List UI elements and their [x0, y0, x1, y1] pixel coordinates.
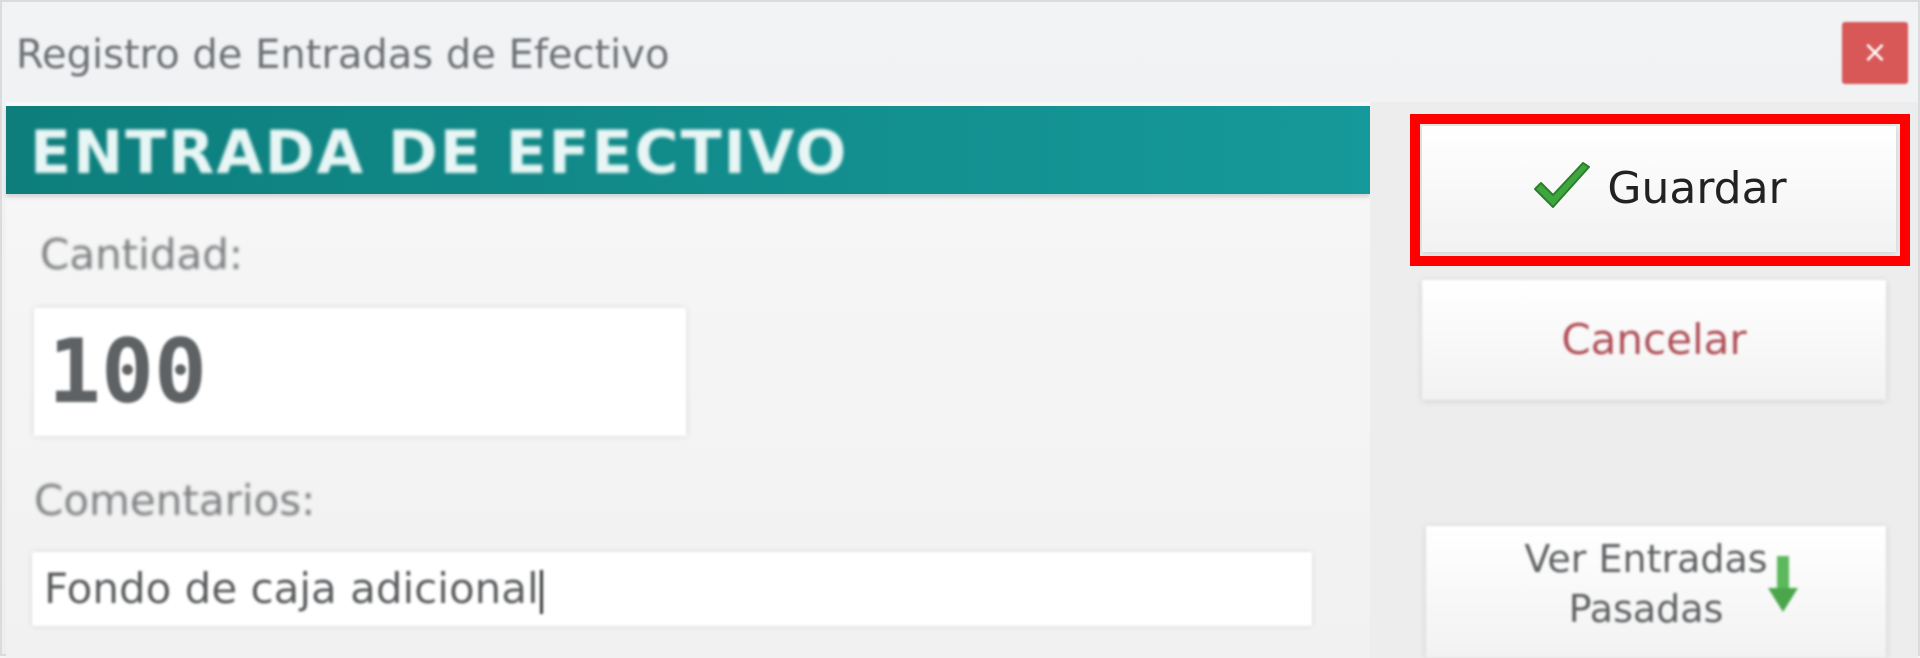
down-arrow-icon	[1768, 556, 1798, 612]
title-bar: Registro de Entradas de Efectivo ×	[2, 2, 1918, 102]
cancel-button[interactable]: Cancelar	[1422, 280, 1886, 400]
comments-value: Fondo de caja adicional	[44, 564, 539, 613]
save-button-highlight	[1410, 114, 1910, 266]
view-past-entries-line2: Pasadas	[1568, 587, 1724, 631]
close-button[interactable]: ×	[1842, 22, 1908, 84]
amount-input[interactable]: 100	[34, 308, 686, 436]
close-icon: ×	[1862, 35, 1888, 70]
cancel-button-label: Cancelar	[1561, 315, 1747, 364]
section-banner: ENTRADA DE EFECTIVO	[6, 106, 1370, 194]
window-title: Registro de Entradas de Efectivo	[16, 32, 670, 78]
amount-label: Cantidad:	[40, 230, 244, 279]
banner-title: ENTRADA DE EFECTIVO	[30, 118, 849, 188]
view-past-entries-label: Ver Entradas Pasadas	[1496, 534, 1796, 634]
comments-label: Comentarios:	[34, 476, 316, 525]
text-caret	[539, 569, 543, 614]
cash-entry-window: Registro de Entradas de Efectivo × ENTRA…	[0, 0, 1920, 658]
view-past-entries-line1: Ver Entradas	[1524, 537, 1768, 581]
view-past-entries-button[interactable]: Ver Entradas Pasadas	[1426, 526, 1886, 658]
comments-input[interactable]: Fondo de caja adicional	[32, 552, 1312, 626]
